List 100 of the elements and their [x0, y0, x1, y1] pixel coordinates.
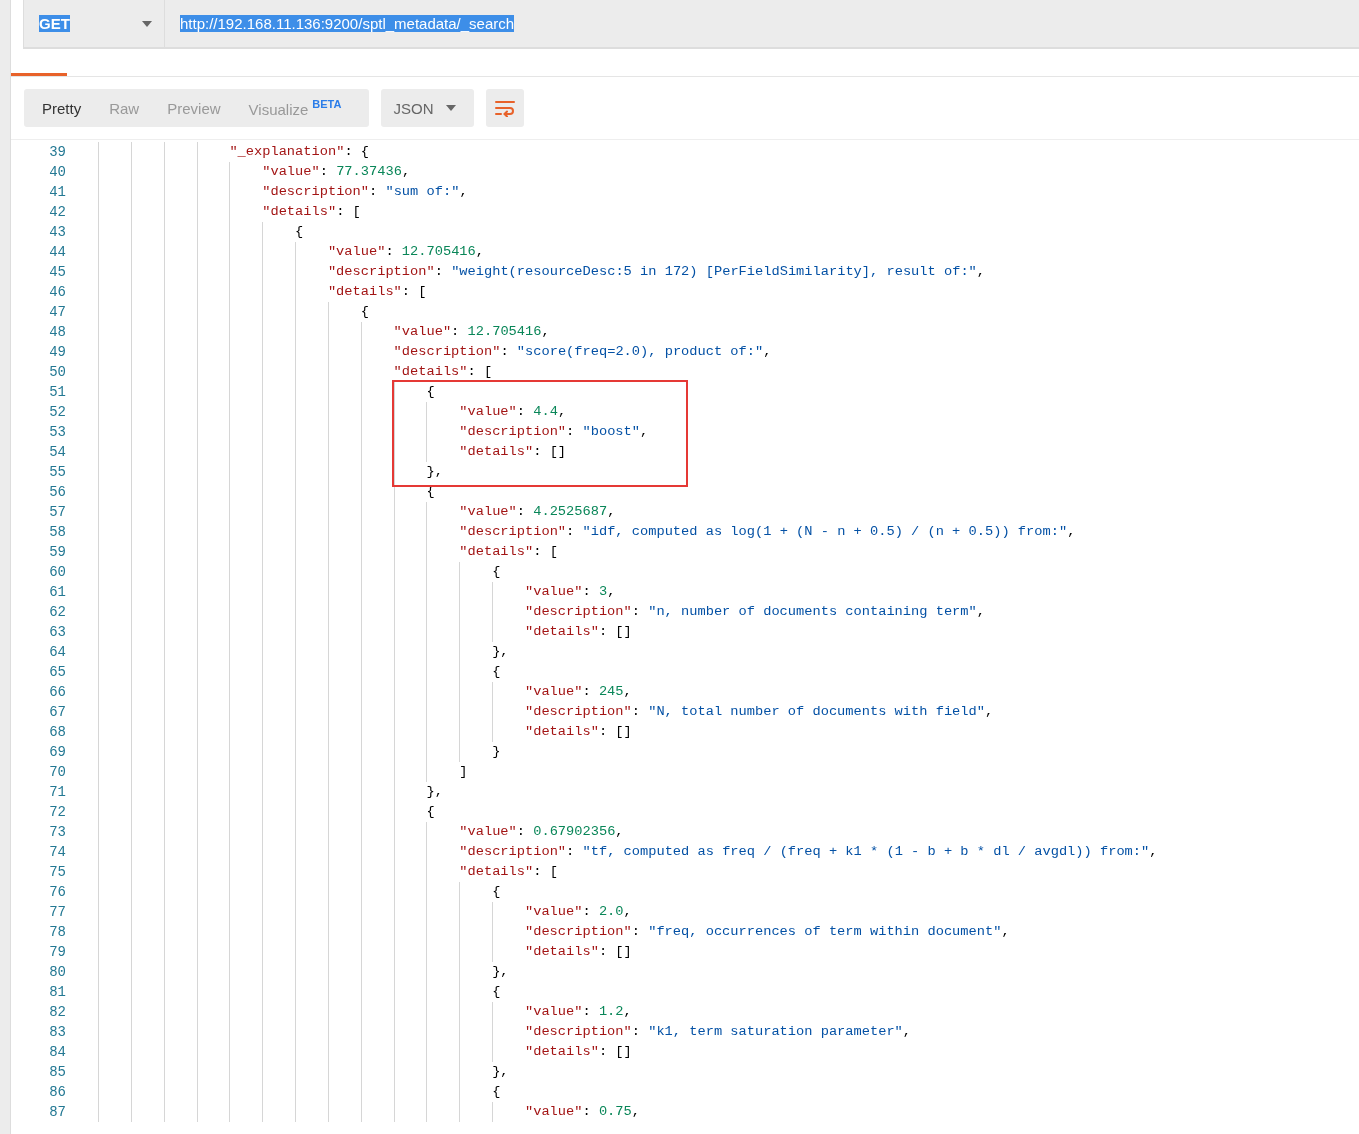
- line-number: 76: [48, 883, 67, 902]
- line-number: 60: [48, 563, 67, 582]
- line-number: 41: [48, 183, 67, 202]
- line-number: 80: [48, 963, 67, 982]
- line-number: 83: [48, 1023, 67, 1042]
- line-number: 48: [48, 323, 67, 342]
- code-line: "description": "tf, computed as freq / (freq + k1 * (1 - b + b * dl / avgdl)) from:",: [459, 843, 1158, 861]
- wrap-lines-icon: [494, 99, 517, 117]
- line-number: 42: [48, 203, 67, 222]
- line-number: 39: [48, 143, 67, 162]
- line-number: 45: [48, 263, 67, 282]
- code-line: ]: [459, 763, 468, 781]
- view-tab[interactable]: Raw: [95, 89, 154, 127]
- line-number: 67: [48, 703, 67, 722]
- line-number: 75: [48, 863, 67, 882]
- line-number: 68: [48, 723, 67, 742]
- line-number: 44: [48, 243, 67, 262]
- line-number: 61: [48, 583, 67, 602]
- line-number: 59: [48, 543, 67, 562]
- line-number: 57: [48, 503, 67, 522]
- line-number: 82: [48, 1003, 67, 1022]
- code-line: {: [295, 223, 304, 241]
- format-dropdown[interactable]: JSON: [381, 89, 475, 127]
- code-line: "details": []: [524, 943, 632, 961]
- line-number: 69: [48, 743, 67, 762]
- line-number: 49: [48, 343, 67, 362]
- code-line: "details": []: [524, 1043, 632, 1061]
- line-number: 50: [48, 363, 67, 382]
- code-line: "_explanation": {: [229, 143, 370, 161]
- code-line: "value": 4.2525687,: [459, 503, 616, 521]
- line-number: 72: [48, 803, 67, 822]
- line-number: 63: [48, 623, 67, 642]
- line-number: 51: [48, 383, 67, 402]
- code-line: "value": 12.705416,: [327, 243, 484, 261]
- line-number: 81: [48, 983, 67, 1002]
- code-line: "value": 0.67902356,: [459, 823, 624, 841]
- code-line: "details": []: [524, 623, 632, 641]
- line-number: 78: [48, 923, 67, 942]
- line-number: 85: [48, 1063, 67, 1082]
- code-line: }: [492, 743, 501, 761]
- code-line: "description": "score(freq=2.0), product of:",: [393, 343, 772, 361]
- code-line: "details": [: [459, 543, 558, 561]
- line-number: 54: [48, 443, 67, 462]
- line-number: 52: [48, 403, 67, 422]
- line-number: 53: [48, 423, 67, 442]
- caret-icon: [142, 20, 152, 27]
- code-line: "value": 77.37436,: [262, 163, 411, 181]
- code-line: "value": 12.705416,: [393, 323, 550, 341]
- view-tab[interactable]: Visualize $^{BETA}$: [234, 89, 356, 127]
- code-line: {: [492, 663, 501, 681]
- code-line: "details": []: [524, 723, 632, 741]
- line-number: 66: [48, 683, 67, 702]
- code-line: {: [426, 383, 435, 401]
- code-line: "value": 0.75,: [524, 1103, 640, 1121]
- line-number: 56: [48, 483, 67, 502]
- code-line: "value": 245,: [524, 683, 632, 701]
- caret-icon: [446, 105, 457, 111]
- method-dropdown[interactable]: GET: [23, 0, 165, 48]
- code-line: "value": 2.0,: [524, 903, 632, 921]
- code-line: "description": "boost",: [459, 423, 649, 441]
- code-line: },: [492, 963, 509, 981]
- line-number: 47: [48, 303, 67, 322]
- line-number: 65: [48, 663, 67, 682]
- code-line: "details": [: [327, 283, 427, 301]
- code-line: "description": "freq, occurrences of term within document",: [524, 923, 1010, 941]
- code-line: },: [426, 463, 443, 481]
- code-line: "description": "idf, computed as log(1 + (N - n + 0.5) / (n + 0.5)) from:",: [459, 523, 1076, 541]
- line-number: 71: [48, 783, 67, 802]
- code-line: "details": [: [459, 863, 558, 881]
- code-line: "value": 4.4,: [459, 403, 567, 421]
- active-tab-indicator: [11, 73, 67, 76]
- line-number: 64: [48, 643, 67, 662]
- code-line: "description": "weight(resourceDesc:5 in 172) [PerFieldSimilarity], result of:",: [327, 263, 986, 281]
- code-line: },: [492, 1063, 509, 1081]
- line-number: 84: [48, 1043, 67, 1062]
- code-line: {: [426, 803, 435, 821]
- code-line: "value": 1.2,: [524, 1003, 632, 1021]
- code-line: },: [492, 643, 509, 661]
- wrap-lines-button[interactable]: [486, 89, 525, 127]
- code-line: {: [492, 883, 501, 901]
- line-number: 58: [48, 523, 67, 542]
- code-line: {: [492, 1083, 501, 1101]
- code-line: {: [492, 983, 501, 1001]
- line-number: 46: [48, 283, 67, 302]
- code-line: "value": 3,: [524, 583, 616, 601]
- code-line: "details": [: [393, 363, 493, 381]
- line-number: 86: [48, 1083, 67, 1102]
- view-tab[interactable]: Preview: [153, 89, 235, 127]
- url-field[interactable]: http://192.168.11.136:9200/sptl_metadata/_search: [165, 0, 1359, 48]
- line-number: 77: [48, 903, 67, 922]
- view-tab[interactable]: Pretty: [28, 89, 96, 127]
- code-line: "description": "n, number of documents containing term",: [524, 603, 985, 621]
- line-number: 73: [48, 823, 67, 842]
- code-line: },: [426, 783, 443, 801]
- code-line: "description": "N, total number of documents with field",: [524, 703, 994, 721]
- line-number: 79: [48, 943, 67, 962]
- code-line: "description": "k1, term saturation parameter",: [524, 1023, 912, 1041]
- code-line: "description": "sum of:",: [262, 183, 468, 201]
- line-number: 62: [48, 603, 67, 622]
- line-number: 87: [48, 1103, 67, 1122]
